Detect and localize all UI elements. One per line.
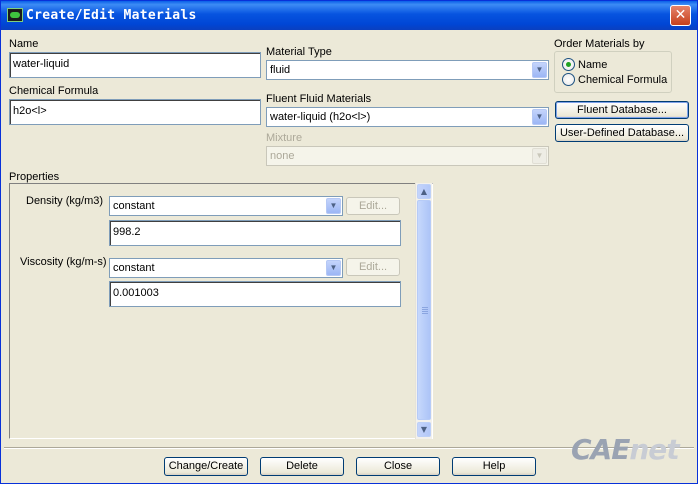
material-type-select[interactable]: fluid ▼ [266,60,549,80]
density-edit-button: Edit... [346,197,400,215]
order-by-label: Order Materials by [554,38,645,50]
chevron-down-icon[interactable]: ▼ [326,198,341,214]
caenet-watermark-logo: CAEnet [571,433,680,466]
order-by-name-label[interactable]: Name [578,59,607,71]
chevron-down-icon[interactable]: ▼ [532,62,547,78]
name-input[interactable]: water-liquid [9,52,261,78]
change-create-button[interactable]: Change/Create [164,457,248,476]
viscosity-label: Viscosity (kg/m-s) [20,256,107,268]
viscosity-method-value: constant [113,262,155,274]
chemical-formula-label: Chemical Formula [9,85,99,97]
mixture-label: Mixture [266,132,303,144]
order-by-formula-label[interactable]: Chemical Formula [578,74,667,86]
mixture-select: none ▼ [266,146,549,166]
chemical-formula-input[interactable]: h2o<l> [9,99,261,125]
delete-button[interactable]: Delete [260,457,344,476]
create-edit-materials-dialog: Create/Edit Materials ✕ Name water-liqui… [0,0,698,484]
user-defined-database-button[interactable]: User-Defined Database... [555,124,689,142]
density-method-value: constant [113,200,155,212]
fluent-app-icon [7,8,23,22]
fluent-database-button[interactable]: Fluent Database... [555,101,689,119]
scroll-down-icon[interactable]: ▼ [417,422,431,437]
mixture-value: none [270,150,295,162]
material-type-label: Material Type [266,46,332,58]
close-icon: ✕ [674,7,687,23]
fluent-fluid-materials-select[interactable]: water-liquid (h2o<l>) ▼ [266,107,549,127]
chevron-down-icon[interactable]: ▼ [326,260,341,276]
properties-scrollbar[interactable]: ▲ ▼ [415,183,432,439]
window-title: Create/Edit Materials [26,8,197,23]
material-type-value: fluid [270,64,291,76]
close-window-button[interactable]: ✕ [670,5,691,26]
density-method-select[interactable]: constant ▼ [109,196,343,216]
order-by-name-radio[interactable] [562,58,575,71]
scroll-up-icon[interactable]: ▲ [417,184,431,199]
density-value-input[interactable]: 998.2 [109,220,401,246]
scrollbar-thumb[interactable] [417,200,431,420]
title-bar[interactable]: Create/Edit Materials ✕ [1,1,697,30]
chevron-down-icon: ▼ [532,148,547,164]
order-by-group [554,51,672,93]
properties-label: Properties [9,171,60,183]
help-button[interactable]: Help [452,457,536,476]
viscosity-method-select[interactable]: constant ▼ [109,258,343,278]
name-label: Name [9,38,39,50]
density-label: Density (kg/m3) [26,195,104,207]
fluent-fluid-materials-label: Fluent Fluid Materials [266,93,372,105]
fluent-fluid-materials-value: water-liquid (h2o<l>) [270,111,371,123]
chevron-down-icon[interactable]: ▼ [532,109,547,125]
viscosity-value-input[interactable]: 0.001003 [109,281,401,307]
close-button[interactable]: Close [356,457,440,476]
viscosity-edit-button: Edit... [346,258,400,276]
order-by-formula-radio[interactable] [562,73,575,86]
